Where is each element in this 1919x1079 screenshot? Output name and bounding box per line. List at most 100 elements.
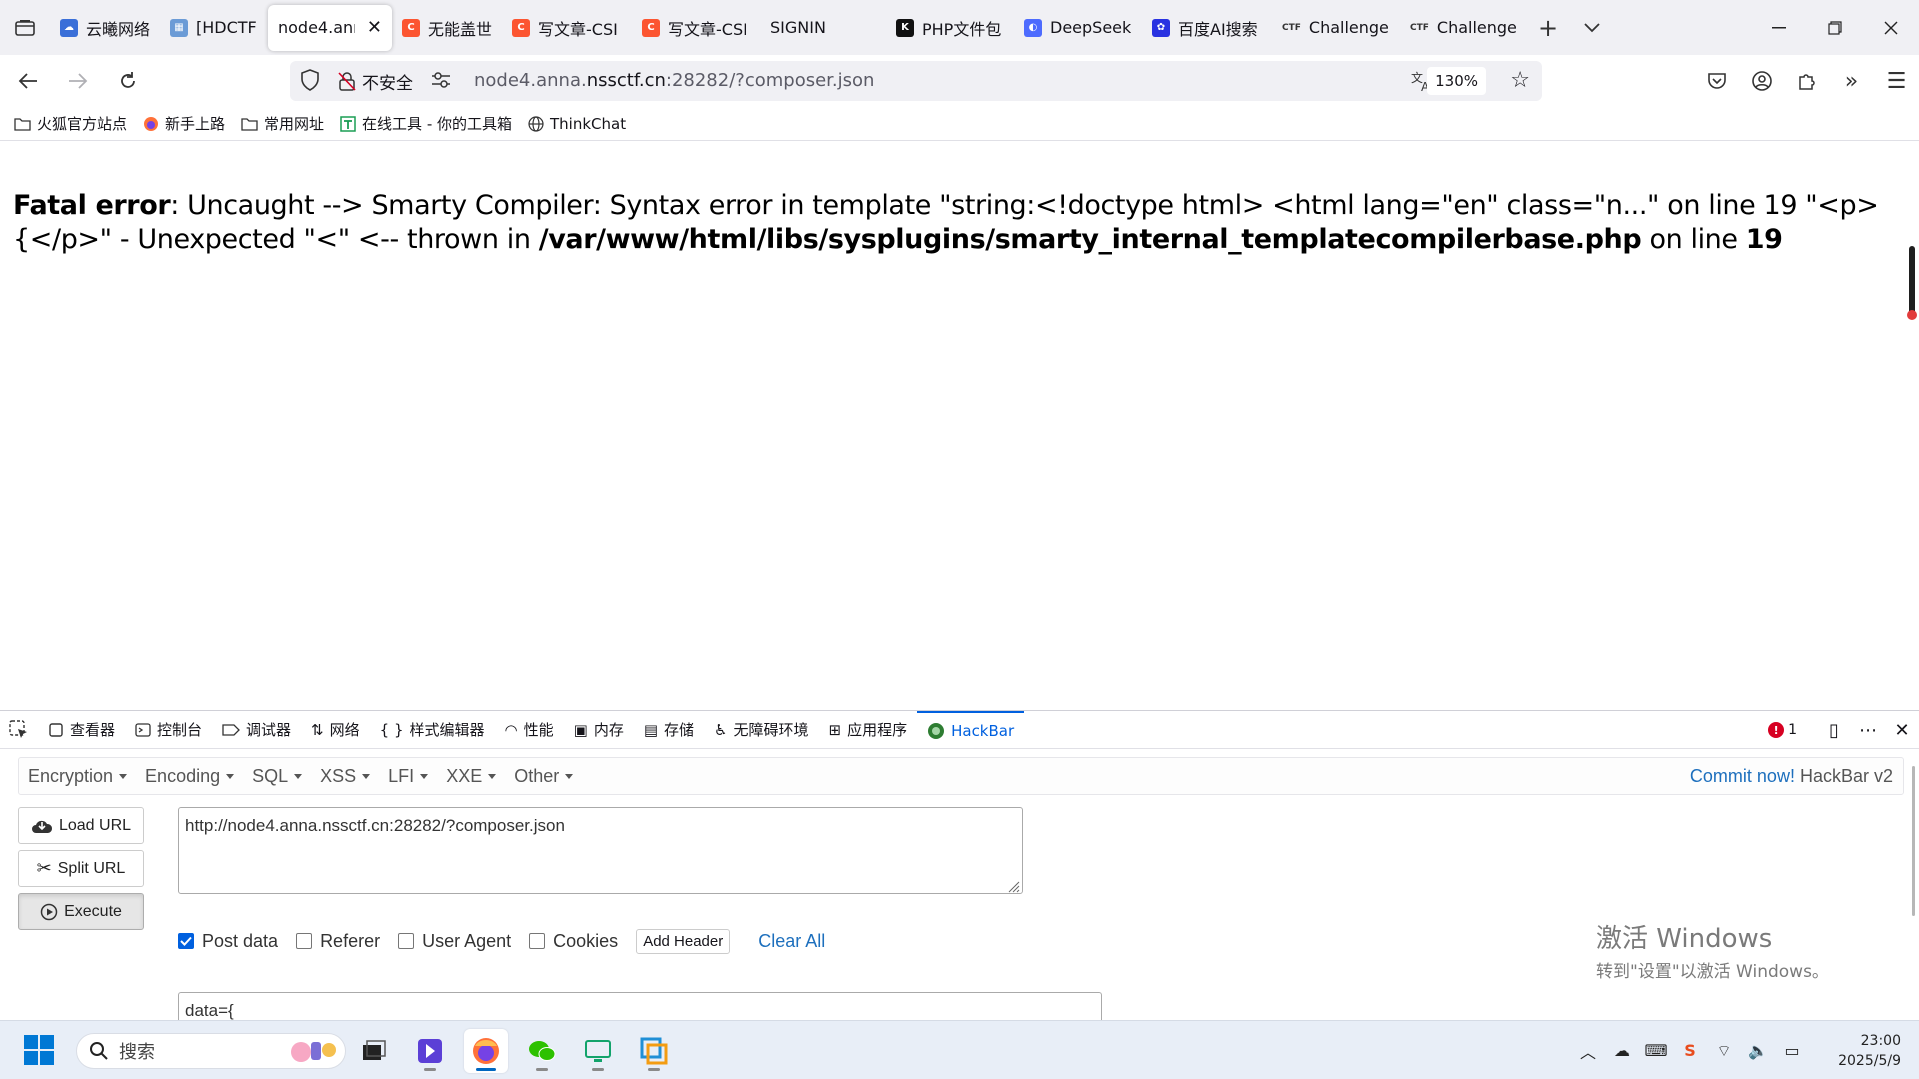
tray-wifi[interactable]: ⌔ xyxy=(1707,1031,1741,1071)
clear-all-link[interactable]: Clear All xyxy=(758,931,825,952)
split-url-button[interactable]: ✂ Split URL xyxy=(18,850,144,887)
devtools-tab-performance[interactable]: ◠ 性能 xyxy=(495,711,564,749)
start-button[interactable] xyxy=(24,1035,54,1069)
pocket-button[interactable] xyxy=(1694,59,1739,103)
taskbar-app-firefox[interactable] xyxy=(464,1029,508,1073)
post-data-checkbox[interactable] xyxy=(178,933,194,949)
taskbar-app-visual-studio[interactable] xyxy=(408,1029,452,1073)
tab-hdctf[interactable]: ▦ [HDCTF 20 xyxy=(160,5,268,51)
tab-csdn-write-1[interactable]: C 写文章-CSI xyxy=(502,5,632,51)
list-all-tabs-button[interactable] xyxy=(1570,0,1614,55)
show-hidden-icons-button[interactable]: ︿ xyxy=(1571,1031,1605,1071)
tray-battery[interactable]: ▭ xyxy=(1775,1031,1809,1071)
url-bar[interactable]: 不安全 node4.anna.nssctf.cn:28282/?composer… xyxy=(290,61,1542,101)
url-text[interactable]: node4.anna.nssctf.cn:28282/?composer.jso… xyxy=(474,70,874,91)
close-devtools-button[interactable]: ✕ xyxy=(1885,711,1919,749)
hackbar-url-input[interactable]: http://node4.anna.nssctf.cn:28282/?compo… xyxy=(178,807,1023,894)
extensions-button[interactable] xyxy=(1784,59,1829,103)
tray-network-off[interactable]: ☁ xyxy=(1605,1031,1639,1071)
taskbar-app-remote[interactable] xyxy=(576,1029,620,1073)
resize-grip-icon[interactable] xyxy=(1006,879,1020,893)
bookmark-online-tools[interactable]: 在线工具 - 你的工具箱 xyxy=(340,113,512,134)
menu-sql[interactable]: SQL xyxy=(243,766,311,787)
app-menu-button[interactable]: ☰ xyxy=(1874,59,1919,103)
bookmark-star-icon[interactable]: ☆ xyxy=(1510,68,1530,93)
tab-yunxi[interactable]: ☁ 云曦网络空 xyxy=(50,5,160,51)
tab-ctf-challenge-1[interactable]: CTF Challenge xyxy=(1272,5,1400,51)
post-data-toggle[interactable]: Post data xyxy=(178,931,278,952)
site-insecure-indicator[interactable]: 不安全 xyxy=(328,65,423,97)
taskbar-app-taskview[interactable] xyxy=(352,1029,396,1073)
referer-checkbox[interactable] xyxy=(296,933,313,949)
permissions-icon[interactable] xyxy=(430,70,452,90)
bookmark-getting-started[interactable]: 新手上路 xyxy=(143,113,225,134)
tab-list-button[interactable] xyxy=(0,0,50,55)
menu-xss[interactable]: XSS xyxy=(311,766,379,787)
menu-other[interactable]: Other xyxy=(505,766,582,787)
tray-sogou[interactable]: S xyxy=(1673,1031,1707,1071)
taskbar-search[interactable]: 搜索 xyxy=(76,1033,346,1069)
menu-lfi[interactable]: LFI xyxy=(379,766,437,787)
devtools-tab-storage[interactable]: ▤ 存储 xyxy=(634,711,704,749)
menu-xxe[interactable]: XXE xyxy=(437,766,505,787)
taskbar-app-wechat[interactable] xyxy=(520,1029,564,1073)
close-tab-icon[interactable]: ✕ xyxy=(367,17,382,38)
tray-input-method[interactable]: ⌨ xyxy=(1639,1031,1673,1071)
new-tab-button[interactable]: + xyxy=(1526,0,1570,55)
devtools-tab-network[interactable]: ⇅ 网络 xyxy=(301,711,370,749)
cookies-checkbox[interactable] xyxy=(529,933,546,949)
tab-baidu-ai[interactable]: ✿ 百度AI搜索 xyxy=(1142,5,1272,51)
devtools-tab-hackbar[interactable]: HackBar xyxy=(917,710,1025,749)
add-header-button[interactable]: Add Header xyxy=(636,928,731,954)
tab-node4-active[interactable]: node4.anna ✕ xyxy=(268,4,392,51)
window-controls xyxy=(1751,0,1919,55)
devtools-tab-memory[interactable]: ▣ 内存 xyxy=(564,711,634,749)
forward-button[interactable] xyxy=(56,59,100,103)
tab-csdn-write-2[interactable]: C 写文章-CSI xyxy=(632,5,756,51)
overflow-button[interactable]: » xyxy=(1829,59,1874,103)
devtools-menu-button[interactable]: ⋯ xyxy=(1851,711,1885,749)
tray-volume[interactable]: 🔈 xyxy=(1741,1031,1775,1071)
minimize-button[interactable] xyxy=(1751,0,1807,55)
close-window-button[interactable] xyxy=(1863,0,1919,55)
bookmark-thinkchat[interactable]: ThinkChat xyxy=(528,115,626,133)
system-clock[interactable]: 23:00 2025/5/9 xyxy=(1809,1031,1919,1071)
dock-side-button[interactable]: ▯ xyxy=(1817,711,1851,749)
cookies-toggle[interactable]: Cookies xyxy=(529,931,618,952)
devtools-tab-console[interactable]: 控制台 xyxy=(125,711,212,749)
tab-signin[interactable]: SIGNIN xyxy=(756,5,886,51)
app-indicator xyxy=(536,1068,548,1071)
referer-toggle[interactable]: Referer xyxy=(296,931,380,952)
page-scroll-indicator[interactable] xyxy=(1907,246,1917,320)
user-agent-toggle[interactable]: User Agent xyxy=(398,931,511,952)
back-button[interactable] xyxy=(6,59,50,103)
devtools-tab-label: 性能 xyxy=(523,721,554,739)
commit-now-link[interactable]: Commit now! xyxy=(1690,766,1795,786)
tab-ctf-challenge-2[interactable]: CTF Challenge xyxy=(1400,5,1526,51)
devtools-tab-debugger[interactable]: 调试器 xyxy=(212,711,301,749)
execute-button[interactable]: Execute xyxy=(18,893,144,930)
devtools-tab-inspector[interactable]: 查看器 xyxy=(38,711,125,749)
tab-deepseek[interactable]: ◐ DeepSeek xyxy=(1014,5,1142,51)
csdn-icon: C xyxy=(512,18,530,37)
account-button[interactable] xyxy=(1739,59,1784,103)
menu-encoding[interactable]: Encoding xyxy=(136,766,243,787)
reload-button[interactable] xyxy=(106,59,150,103)
restore-button[interactable] xyxy=(1807,0,1863,55)
bookmark-firefox-official[interactable]: 火狐官方站点 xyxy=(14,113,127,134)
zoom-reset-button[interactable]: 130% xyxy=(1427,67,1486,95)
shield-icon[interactable] xyxy=(300,69,320,91)
load-url-button[interactable]: Load URL xyxy=(18,807,144,844)
menu-encryption[interactable]: Encryption xyxy=(19,766,136,787)
devtools-tab-application[interactable]: ⊞ 应用程序 xyxy=(819,711,918,749)
devtools-tab-accessibility[interactable]: ♿ 无障碍环境 xyxy=(704,711,818,749)
devtools-scrollbar[interactable] xyxy=(1912,766,1915,916)
bookmark-common-sites[interactable]: 常用网址 xyxy=(241,113,324,134)
error-count-badge[interactable]: ! 1 xyxy=(1768,722,1797,738)
user-agent-checkbox[interactable] xyxy=(398,933,415,949)
taskbar-app-vmware[interactable] xyxy=(632,1029,676,1073)
tab-php-include[interactable]: K PHP文件包 xyxy=(886,5,1014,51)
tab-wuneng[interactable]: C 无能盖世 xyxy=(392,5,502,51)
element-picker-button[interactable] xyxy=(0,711,38,749)
devtools-tab-style-editor[interactable]: { } 样式编辑器 xyxy=(370,711,495,749)
